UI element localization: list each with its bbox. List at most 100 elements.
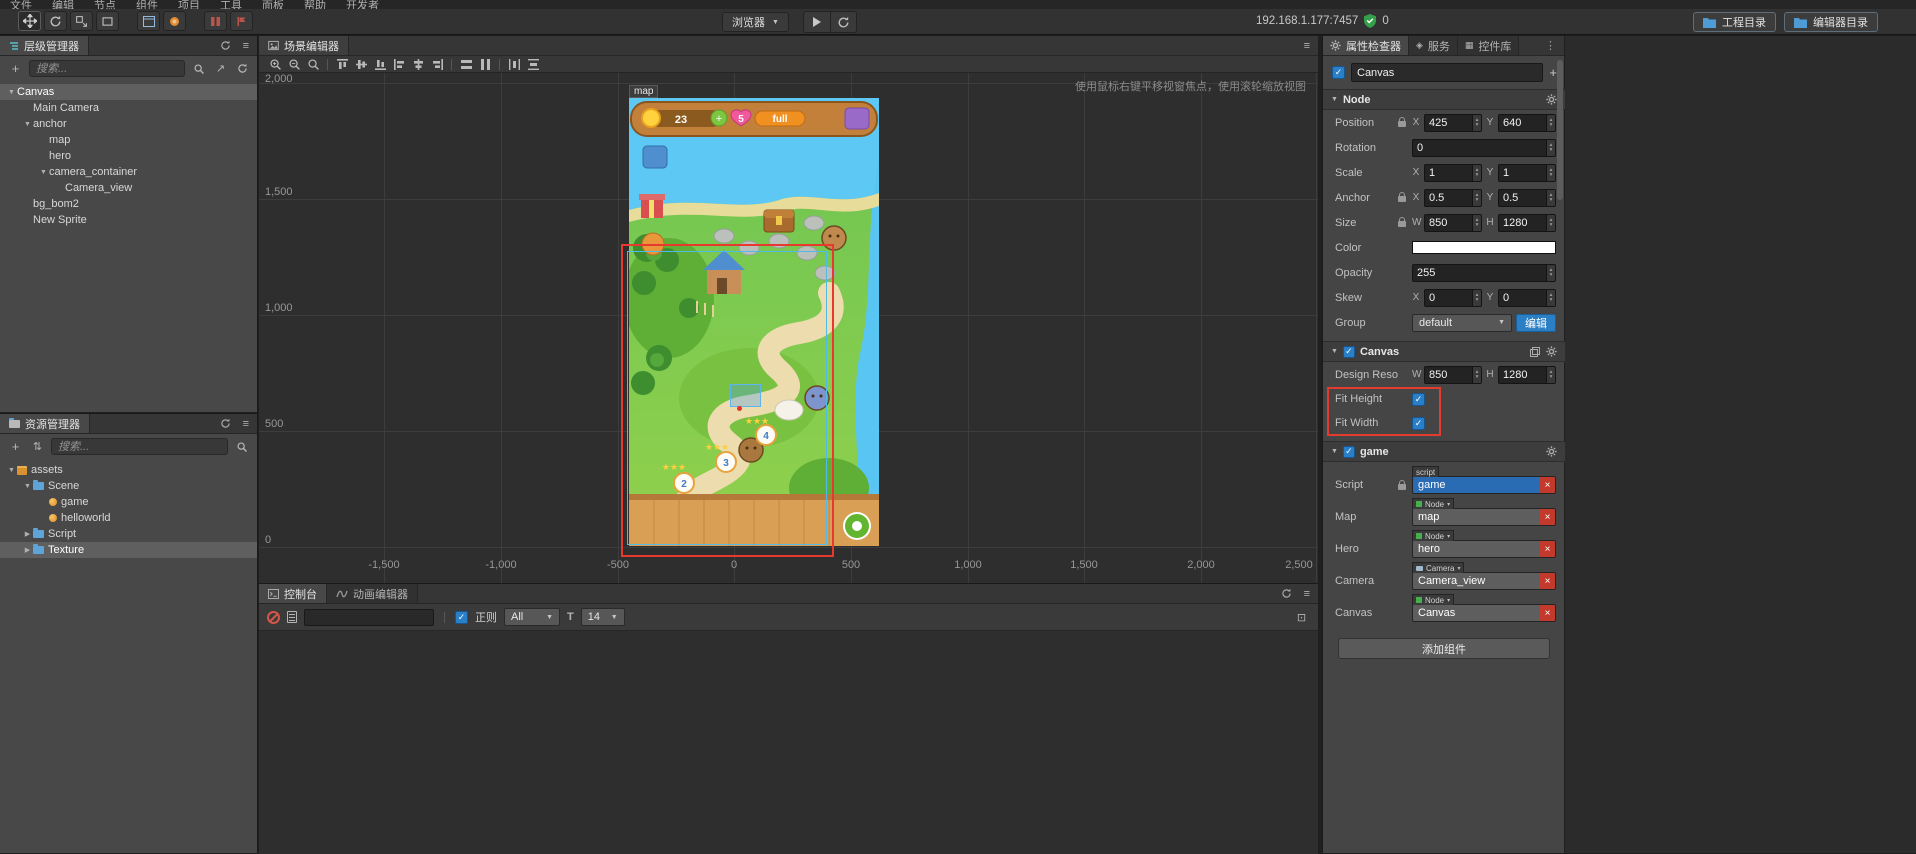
rect-tool-button[interactable] xyxy=(96,11,119,31)
scale-tool-button[interactable] xyxy=(70,11,93,31)
coordinate-mode-button[interactable] xyxy=(163,11,186,31)
refresh-icon[interactable] xyxy=(234,60,251,78)
asset-node-helloworld[interactable]: helloworld xyxy=(0,510,257,526)
menu-edit[interactable]: 编辑 xyxy=(52,0,74,9)
skew-x-input[interactable]: 0 ▴ ▾ xyxy=(1424,288,1482,307)
chevron-down-icon[interactable]: ▾ xyxy=(1447,597,1450,604)
scrollbar-thumb[interactable] xyxy=(1557,60,1563,200)
canvas-enabled-checkbox[interactable]: ✓ xyxy=(1342,345,1355,358)
hero-reference-field[interactable]: hero × xyxy=(1412,540,1556,558)
align-top-icon[interactable] xyxy=(334,57,350,71)
scene-viewport[interactable]: 2,000 1,500 1,000 500 0 -1,500 -1,000 -5… xyxy=(259,73,1318,583)
remove-reference-button[interactable]: × xyxy=(1540,477,1555,493)
spinner[interactable]: ▴ ▾ xyxy=(1546,139,1555,156)
gear-icon[interactable] xyxy=(1546,94,1557,105)
spinner[interactable]: ▴ ▾ xyxy=(1546,289,1555,306)
tab-animation-editor[interactable]: 动画编辑器 xyxy=(327,584,418,603)
asset-node-script[interactable]: ▶ Script xyxy=(0,526,257,542)
red-tool-button-2[interactable] xyxy=(230,11,253,31)
panel-menu-icon[interactable]: ≡ xyxy=(1304,40,1310,52)
refresh-button[interactable] xyxy=(829,12,856,32)
console-filter-input[interactable] xyxy=(304,608,434,626)
fit-width-checkbox[interactable]: ✓ xyxy=(1412,416,1425,430)
node-active-checkbox[interactable]: ✓ xyxy=(1332,66,1345,79)
tab-scene-editor[interactable]: 场景编辑器 xyxy=(259,36,349,55)
tab-hierarchy[interactable]: 层级管理器 xyxy=(0,36,89,55)
spinner[interactable]: ▴ ▾ xyxy=(1546,189,1555,206)
tab-assets[interactable]: 资源管理器 xyxy=(0,414,90,433)
distribute-h-icon[interactable] xyxy=(506,57,522,71)
remove-reference-button[interactable]: × xyxy=(1540,605,1555,621)
menu-developer[interactable]: 开发者 xyxy=(346,0,379,9)
tree-node-map[interactable]: map xyxy=(0,132,257,148)
size-h-input[interactable]: 1280 ▴ ▾ xyxy=(1498,213,1556,232)
rotate-tool-button[interactable] xyxy=(44,11,67,31)
same-height-icon[interactable] xyxy=(477,57,493,71)
tree-node-camera-container[interactable]: ▼ camera_container xyxy=(0,164,257,180)
tab-console[interactable]: 控制台 xyxy=(259,584,327,603)
preview-target-dropdown[interactable]: 浏览器 ▼ xyxy=(722,12,789,32)
tree-node-anchor[interactable]: ▼ anchor xyxy=(0,116,257,132)
spinner[interactable]: ▴ ▾ xyxy=(1472,289,1481,306)
spinner[interactable]: ▴ ▾ xyxy=(1546,264,1555,281)
console-output[interactable] xyxy=(259,630,1318,854)
lock-icon[interactable] xyxy=(1398,479,1406,490)
group-dropdown[interactable]: default ▼ xyxy=(1412,313,1512,332)
gear-icon[interactable] xyxy=(1546,446,1557,457)
spinner[interactable]: ▴ ▾ xyxy=(1546,114,1555,131)
log-level-dropdown[interactable]: All ▼ xyxy=(504,608,560,626)
position-y-input[interactable]: 640 ▴ ▾ xyxy=(1498,113,1556,132)
tree-node-main-camera[interactable]: Main Camera xyxy=(0,100,257,116)
game-enabled-checkbox[interactable]: ✓ xyxy=(1342,445,1355,458)
spinner[interactable]: ▴ ▾ xyxy=(1546,366,1555,383)
node-section-header[interactable]: ▼ Node xyxy=(1323,89,1565,110)
chevron-down-icon[interactable]: ▾ xyxy=(1447,533,1450,540)
menu-tools[interactable]: 工具 xyxy=(220,0,242,9)
collapse-arrow-icon[interactable]: ▼ xyxy=(1331,96,1338,103)
red-tool-button-1[interactable] xyxy=(204,11,227,31)
transform-gizmo-handle[interactable] xyxy=(730,384,761,407)
zoom-reset-icon[interactable] xyxy=(305,57,321,71)
skew-y-input[interactable]: 0 ▴ ▾ xyxy=(1498,288,1556,307)
map-reference-field[interactable]: map × xyxy=(1412,508,1556,526)
anchor-x-input[interactable]: 0.5 ▴ ▾ xyxy=(1424,188,1482,207)
popout-icon[interactable]: ⊡ xyxy=(1293,608,1310,626)
expand-arrow-icon[interactable]: ▼ xyxy=(22,483,33,490)
remove-reference-button[interactable]: × xyxy=(1540,573,1555,589)
font-size-dropdown[interactable]: 14 ▼ xyxy=(580,608,625,626)
spinner[interactable]: ▴ ▾ xyxy=(1546,214,1555,231)
create-node-button[interactable]: + xyxy=(7,60,24,78)
scale-x-input[interactable]: 1 ▴ ▾ xyxy=(1424,163,1482,182)
regex-checkbox[interactable]: ✓ xyxy=(455,610,468,624)
menu-panel[interactable]: 面板 xyxy=(262,0,284,9)
node-name-input[interactable] xyxy=(1351,63,1544,82)
menu-file[interactable]: 文件 xyxy=(10,0,32,9)
tree-node-bg-bom2[interactable]: bg_bom2 xyxy=(0,196,257,212)
chevron-down-icon[interactable]: ▾ xyxy=(1447,501,1450,508)
spinner[interactable]: ▴ ▾ xyxy=(1472,214,1481,231)
tab-properties[interactable]: 属性检查器 xyxy=(1323,36,1409,55)
game-section-header[interactable]: ▼ ✓ game xyxy=(1323,441,1565,462)
anchor-y-input[interactable]: 0.5 ▴ ▾ xyxy=(1498,188,1556,207)
zoom-out-icon[interactable] xyxy=(286,57,302,71)
align-right-icon[interactable] xyxy=(429,57,445,71)
lock-icon[interactable] xyxy=(1398,117,1406,127)
camera-reference-field[interactable]: Camera_view × xyxy=(1412,572,1556,590)
sort-icon[interactable]: ⇅ xyxy=(29,438,46,456)
asset-node-texture[interactable]: ▶ Texture xyxy=(0,542,257,558)
gear-icon[interactable] xyxy=(1546,346,1557,357)
panel-menu-icon[interactable]: ≡ xyxy=(243,40,249,52)
collapse-arrow-icon[interactable]: ▼ xyxy=(1331,348,1338,355)
assets-search-input[interactable] xyxy=(51,438,228,455)
tree-node-new-sprite[interactable]: New Sprite xyxy=(0,212,257,228)
spinner[interactable]: ▴ ▾ xyxy=(1546,164,1555,181)
project-directory-button[interactable]: 工程目录 xyxy=(1693,12,1776,32)
expand-arrow-icon[interactable]: ▶ xyxy=(22,546,33,554)
align-hcenter-icon[interactable] xyxy=(410,57,426,71)
add-component-button[interactable]: 添加组件 xyxy=(1338,638,1550,659)
expand-arrow-icon[interactable]: ▼ xyxy=(22,121,33,128)
tab-service[interactable]: ◈ 服务 xyxy=(1409,36,1458,55)
tree-node-canvas[interactable]: ▼ Canvas xyxy=(0,84,257,100)
expand-arrow-icon[interactable]: ▼ xyxy=(38,169,49,176)
expand-arrow-icon[interactable]: ▼ xyxy=(6,89,17,96)
